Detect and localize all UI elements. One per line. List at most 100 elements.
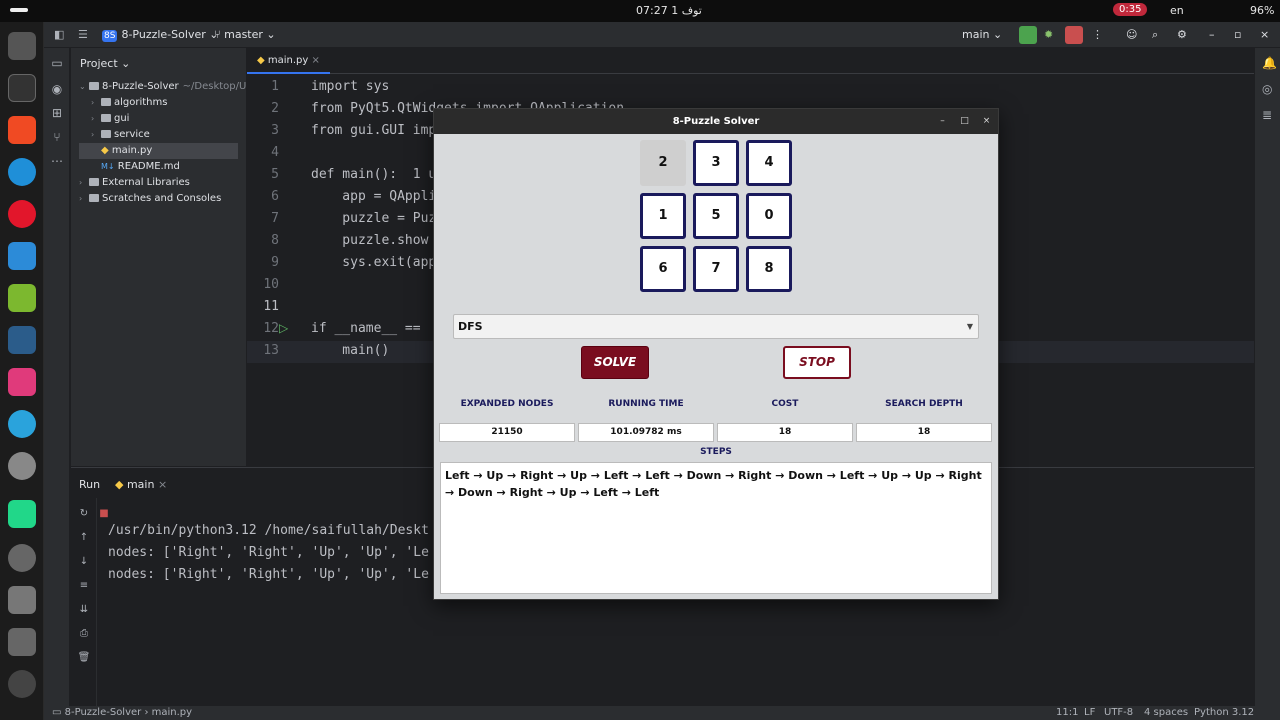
markdown-file-icon: M↓: [101, 162, 115, 171]
stop-button[interactable]: STOP: [783, 346, 851, 379]
tree-root[interactable]: ⌄ 8-Puzzle-Solver ~/Desktop/Uni: [79, 79, 255, 95]
puzzle-tile[interactable]: 6: [640, 246, 686, 292]
run-config-selector[interactable]: main ⌄: [962, 28, 1002, 41]
ai-assistant-icon[interactable]: ◎: [1262, 82, 1272, 96]
code-line: sys.exit(app: [311, 255, 437, 270]
rerun-icon[interactable]: ↻: [77, 508, 91, 522]
account-icon[interactable]: ☺: [1126, 28, 1137, 41]
close-icon[interactable]: ×: [1260, 28, 1269, 41]
right-tool-strip: 🔔 ◎ ≣: [1254, 48, 1280, 706]
tab-main-py[interactable]: ◆ main.py ×: [247, 48, 330, 74]
tab-close-icon[interactable]: ×: [312, 55, 320, 66]
more-tools-icon[interactable]: ⋯: [50, 154, 64, 168]
line-number: 5: [271, 167, 279, 182]
opera-browser-icon[interactable]: [8, 200, 36, 228]
tree-item-gui[interactable]: › gui: [91, 111, 129, 127]
terminal-app-icon[interactable]: [8, 74, 36, 102]
print-icon[interactable]: ⎙: [77, 628, 91, 642]
hamburger-menu-icon[interactable]: ☰: [78, 28, 88, 41]
project-switcher[interactable]: 8S 8-Puzzle-Solver ⌄: [102, 28, 218, 42]
jetbrains-toolbox-icon[interactable]: [8, 368, 36, 396]
tree-item-scratches[interactable]: › Scratches and Consoles: [79, 191, 221, 207]
breadcrumb[interactable]: ▭ 8-Puzzle-Solver › main.py: [52, 707, 192, 718]
minimize-icon[interactable]: –: [936, 115, 949, 128]
tree-item-readme[interactable]: M↓ README.md: [101, 159, 180, 175]
tree-item-algorithms[interactable]: › algorithms: [91, 95, 167, 111]
line-ending[interactable]: LF: [1084, 707, 1095, 718]
code-line: puzzle = Puz: [311, 211, 437, 226]
soft-wrap-icon[interactable]: ≡: [77, 580, 91, 594]
cursor-position[interactable]: 11:1: [1056, 707, 1078, 718]
vscode-icon[interactable]: [8, 242, 36, 270]
code-line: def main(): 1 us: [311, 167, 445, 182]
puzzle-tile[interactable]: 1: [640, 193, 686, 239]
keyboard-language[interactable]: en: [1170, 4, 1184, 17]
python-interpreter[interactable]: Python 3.12: [1194, 707, 1254, 718]
trash-icon[interactable]: 🗑: [77, 652, 91, 666]
ide-title-bar: ◧ ☰ 8S 8-Puzzle-Solver ⌄ ⑂ master ⌄ main …: [44, 22, 1280, 48]
maximize-icon[interactable]: □: [958, 115, 971, 128]
restore-icon[interactable]: ▫: [1234, 28, 1241, 41]
scroll-up-icon[interactable]: ↑: [77, 532, 91, 546]
code-line: app = QAppli: [311, 189, 437, 204]
debug-icon[interactable]: ✹: [1044, 28, 1053, 41]
algorithm-select[interactable]: DFS ▼: [453, 314, 979, 339]
scroll-down-icon[interactable]: ↓: [77, 556, 91, 570]
system-clock[interactable]: 07:27 توف 1: [636, 4, 702, 17]
file-encoding[interactable]: UTF-8: [1104, 707, 1133, 718]
git-icon[interactable]: ⑂: [50, 130, 64, 144]
tree-item-external-libraries[interactable]: › External Libraries: [79, 175, 190, 191]
indent-setting[interactable]: 4 spaces: [1144, 707, 1188, 718]
disk-app-icon[interactable]: [8, 628, 36, 656]
steps-output[interactable]: Left → Up → Right → Up → Left → Left → D…: [440, 462, 992, 594]
branch-switcher[interactable]: ⑂ master ⌄: [214, 28, 276, 41]
edge-browser-icon[interactable]: [8, 158, 36, 186]
dialog-title-bar[interactable]: 8-Puzzle Solver: [434, 109, 998, 134]
battery-level[interactable]: 96%: [1250, 4, 1274, 17]
puzzle-tile[interactable]: 5: [693, 193, 739, 239]
puzzle-tile[interactable]: 4: [746, 140, 792, 186]
puzzle-tile[interactable]: 8: [746, 246, 792, 292]
gear-app-icon[interactable]: [8, 544, 36, 572]
stat-value-expanded-nodes: 21150: [439, 423, 575, 442]
scroll-end-icon[interactable]: ⇊: [77, 604, 91, 618]
solve-button[interactable]: SOLVE: [581, 346, 649, 379]
stop-icon[interactable]: ■: [97, 508, 111, 522]
puzzle-tile[interactable]: 2: [640, 140, 686, 186]
project-panel: Project ⌄ ⌄ 8-Puzzle-Solver ~/Desktop/Uni …: [71, 48, 255, 466]
folder-icon[interactable]: ▭: [50, 56, 64, 70]
database-icon[interactable]: ≣: [1262, 108, 1272, 122]
close-icon[interactable]: ×: [980, 115, 993, 128]
puzzle-tile[interactable]: 7: [693, 246, 739, 292]
more-actions-icon[interactable]: ⋮: [1092, 28, 1103, 41]
search-icon[interactable]: ⌕: [1152, 28, 1158, 42]
show-apps-icon[interactable]: [8, 670, 36, 698]
run-gutter-icon[interactable]: ▷: [279, 321, 288, 335]
tree-item-service[interactable]: › service: [91, 127, 150, 143]
recording-indicator[interactable]: 0:35: [1113, 3, 1148, 16]
tree-item-main-py[interactable]: ◆ main.py: [79, 143, 238, 159]
main-menu-icon[interactable]: ◧: [54, 28, 64, 41]
settings-app-icon[interactable]: [8, 452, 36, 480]
tab-close-icon[interactable]: ×: [158, 478, 167, 491]
project-panel-title[interactable]: Project ⌄: [80, 57, 130, 70]
brave-browser-icon[interactable]: [8, 116, 36, 144]
puzzle-tile[interactable]: 3: [693, 140, 739, 186]
office-app-icon[interactable]: [8, 284, 36, 312]
puzzle-tile[interactable]: 0: [746, 193, 792, 239]
tab-run-main[interactable]: ◆ main ×: [115, 478, 167, 491]
pycharm-icon[interactable]: [8, 500, 36, 528]
mysql-workbench-icon[interactable]: [8, 326, 36, 354]
notifications-icon[interactable]: 🔔: [1262, 56, 1277, 70]
commit-icon[interactable]: ◉: [50, 82, 64, 96]
settings-icon[interactable]: ⚙: [1177, 28, 1187, 41]
rerun-button[interactable]: [1019, 26, 1037, 44]
minimize-icon[interactable]: –: [1209, 28, 1215, 41]
stop-button[interactable]: [1065, 26, 1083, 44]
files-app-icon[interactable]: [8, 32, 36, 60]
text-editor-icon[interactable]: [8, 586, 36, 614]
telegram-icon[interactable]: [8, 410, 36, 438]
structure-icon[interactable]: ⊞: [50, 106, 64, 120]
scratches-icon: [89, 194, 99, 202]
activities-indicator[interactable]: [10, 8, 28, 12]
